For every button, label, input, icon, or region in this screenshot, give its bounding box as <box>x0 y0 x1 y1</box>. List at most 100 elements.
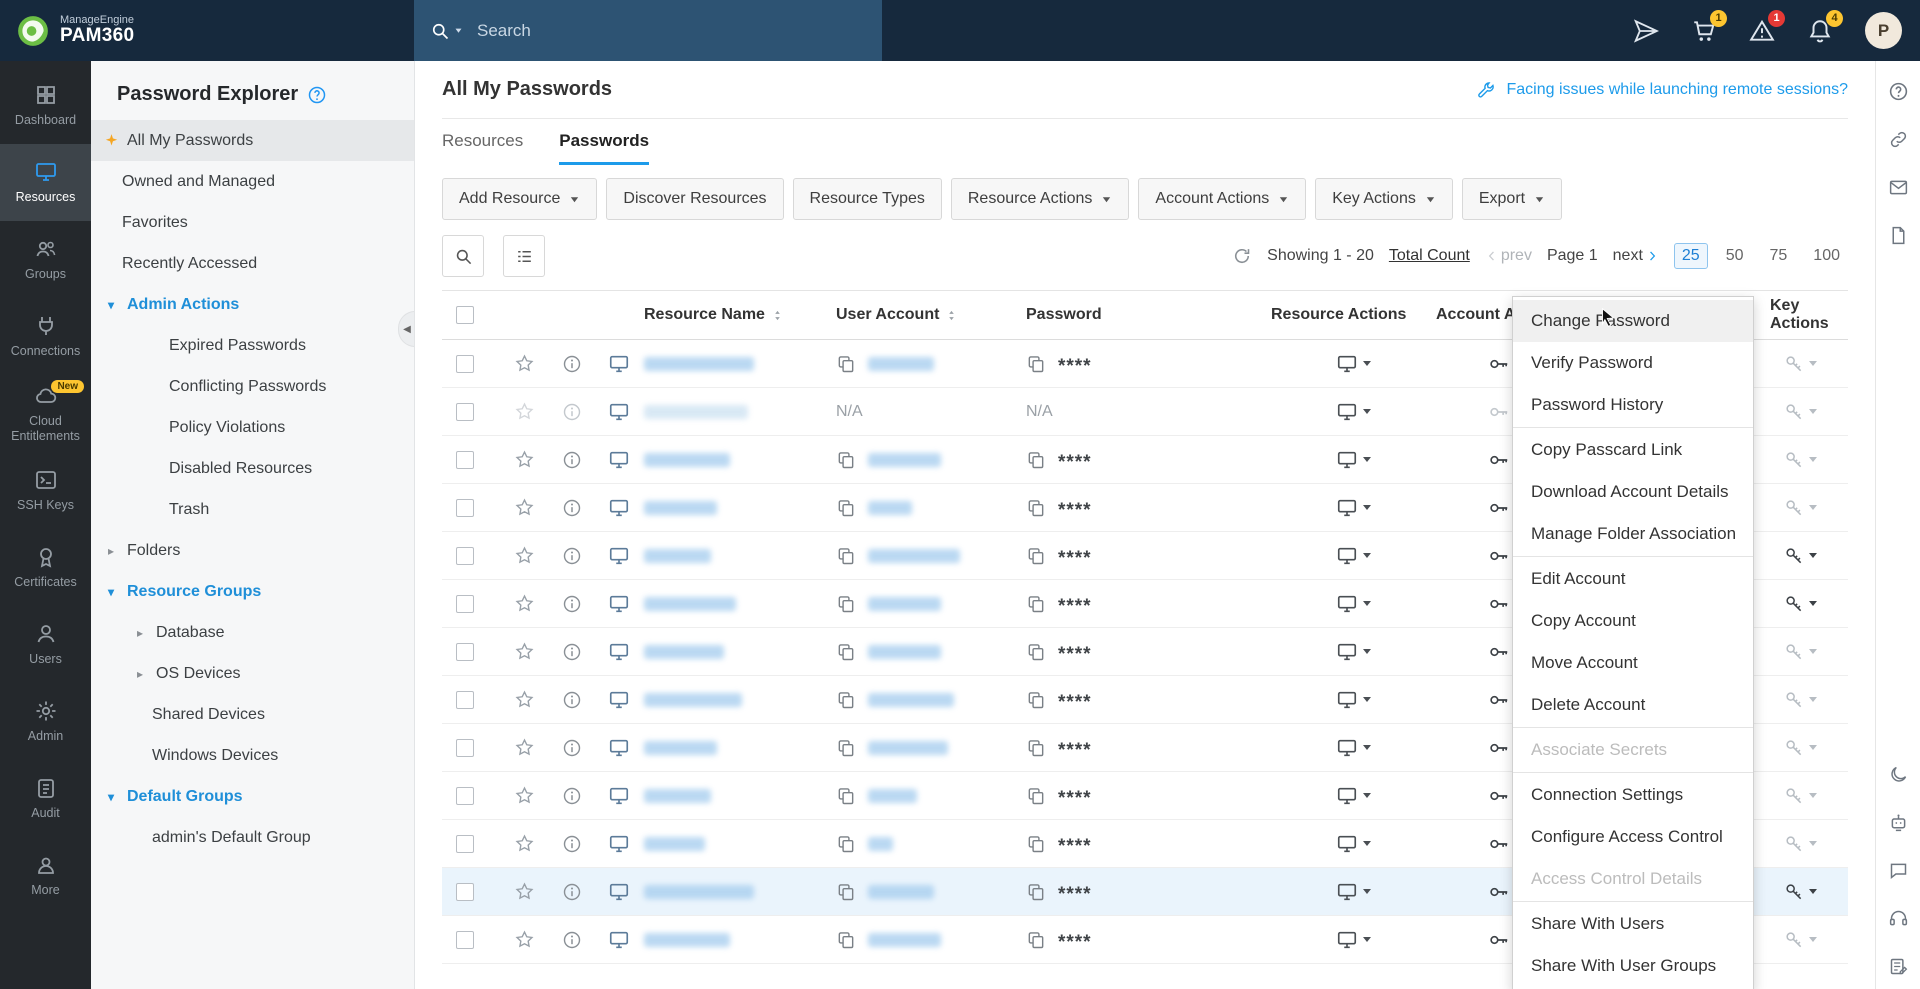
menu-item-manage-folder-association[interactable]: Manage Folder Association <box>1513 513 1753 555</box>
favorite-star-icon[interactable] <box>498 593 550 614</box>
page-size-75[interactable]: 75 <box>1762 243 1796 269</box>
explorer-item-shared-devices[interactable]: Shared Devices <box>91 694 414 735</box>
menu-item-password-history[interactable]: Password History <box>1513 384 1753 426</box>
menu-item-share-with-users[interactable]: Share With Users <box>1513 903 1753 945</box>
resource-name-redacted[interactable] <box>644 885 754 899</box>
favorite-star-icon[interactable] <box>498 881 550 902</box>
notepad-icon[interactable] <box>1888 956 1909 977</box>
favorite-star-icon[interactable] <box>498 929 550 950</box>
next-page-button[interactable]: next <box>1613 247 1659 265</box>
resource-actions-dropdown[interactable] <box>1271 689 1436 711</box>
resource-actions-dropdown[interactable] <box>1271 353 1436 375</box>
info-icon[interactable] <box>550 642 594 662</box>
resource-actions-dropdown[interactable] <box>1271 497 1436 519</box>
favorite-star-icon[interactable] <box>498 737 550 758</box>
tab-passwords[interactable]: Passwords <box>559 131 649 165</box>
resource-actions-dropdown[interactable] <box>1271 785 1436 807</box>
copy-account-icon[interactable] <box>836 930 856 950</box>
refresh-icon[interactable] <box>1232 246 1252 266</box>
menu-item-copy-account[interactable]: Copy Account <box>1513 600 1753 642</box>
explorer-item-owned-and-managed[interactable]: Owned and Managed <box>91 161 414 202</box>
sidebar-item-ssh-keys[interactable]: SSH Keys <box>0 452 91 529</box>
menu-item-edit-account[interactable]: Edit Account <box>1513 558 1753 600</box>
remote-session-issues-link[interactable]: Facing issues while launching remote ses… <box>1477 80 1848 100</box>
resource-name-redacted[interactable] <box>644 405 748 419</box>
menu-item-download-account-details[interactable]: Download Account Details <box>1513 471 1753 513</box>
chat-icon[interactable] <box>1888 860 1909 881</box>
row-checkbox[interactable] <box>456 451 474 469</box>
explorer-item-recently-accessed[interactable]: Recently Accessed <box>91 243 414 284</box>
resource-actions-button[interactable]: Resource Actions <box>951 178 1130 220</box>
sidebar-item-more[interactable]: More <box>0 837 91 914</box>
tab-resources[interactable]: Resources <box>442 131 523 165</box>
info-icon[interactable] <box>550 594 594 614</box>
resource-name-redacted[interactable] <box>644 741 717 755</box>
mail-icon[interactable] <box>1888 177 1909 198</box>
copy-account-icon[interactable] <box>836 834 856 854</box>
search-scope-caret-icon[interactable] <box>454 26 463 35</box>
copy-password-icon[interactable] <box>1026 354 1046 374</box>
row-checkbox[interactable] <box>456 643 474 661</box>
copy-password-icon[interactable] <box>1026 930 1046 950</box>
notifications-bell-icon[interactable]: 4 <box>1807 18 1833 44</box>
explorer-item-all-my-passwords[interactable]: All My Passwords <box>91 120 414 161</box>
question-icon[interactable] <box>1888 81 1909 102</box>
info-icon[interactable] <box>550 450 594 470</box>
sidebar-item-admin[interactable]: Admin <box>0 683 91 760</box>
col-user-account[interactable]: User Account <box>836 306 1026 324</box>
sidebar-item-audit[interactable]: Audit <box>0 760 91 837</box>
moon-icon[interactable] <box>1888 764 1909 785</box>
info-icon[interactable] <box>550 834 594 854</box>
store-cart-icon[interactable]: 1 <box>1691 18 1717 44</box>
favorite-star-icon[interactable] <box>498 449 550 470</box>
row-checkbox[interactable] <box>456 691 474 709</box>
favorite-star-icon[interactable] <box>498 833 550 854</box>
sidebar-item-certificates[interactable]: Certificates <box>0 529 91 606</box>
info-icon[interactable] <box>550 690 594 710</box>
favorite-star-icon[interactable] <box>498 641 550 662</box>
menu-item-configure-access-control[interactable]: Configure Access Control <box>1513 816 1753 858</box>
copy-password-icon[interactable] <box>1026 546 1046 566</box>
copy-password-icon[interactable] <box>1026 594 1046 614</box>
table-search-button[interactable] <box>442 235 484 277</box>
resource-name-redacted[interactable] <box>644 597 736 611</box>
page-size-25[interactable]: 25 <box>1674 243 1708 269</box>
menu-item-copy-passcard-link[interactable]: Copy Passcard Link <box>1513 429 1753 471</box>
sidebar-item-resources[interactable]: Resources <box>0 144 91 221</box>
row-checkbox[interactable] <box>456 739 474 757</box>
row-checkbox[interactable] <box>456 403 474 421</box>
resource-actions-dropdown[interactable] <box>1271 545 1436 567</box>
copy-password-icon[interactable] <box>1026 834 1046 854</box>
copy-account-icon[interactable] <box>836 786 856 806</box>
select-all-checkbox[interactable] <box>456 306 474 324</box>
explorer-item-default-groups[interactable]: ▾ Default Groups <box>91 776 414 817</box>
copy-password-icon[interactable] <box>1026 450 1046 470</box>
total-count-link[interactable]: Total Count <box>1389 247 1470 265</box>
sidebar-item-groups[interactable]: Groups <box>0 221 91 298</box>
favorite-star-icon[interactable] <box>498 785 550 806</box>
robot-icon[interactable] <box>1888 812 1909 833</box>
sidebar-item-cloud-entitlements[interactable]: New Cloud Entitlements <box>0 375 91 452</box>
menu-item-move-account[interactable]: Move Account <box>1513 642 1753 684</box>
resource-actions-dropdown[interactable] <box>1271 881 1436 903</box>
account-actions-button[interactable]: Account Actions <box>1138 178 1306 220</box>
file-icon[interactable] <box>1888 225 1909 246</box>
user-avatar[interactable]: P <box>1865 12 1902 49</box>
explorer-item-conflicting-passwords[interactable]: Conflicting Passwords <box>91 366 414 407</box>
explorer-item-expired-passwords[interactable]: Expired Passwords <box>91 325 414 366</box>
copy-account-icon[interactable] <box>836 498 856 518</box>
discover-resources-button[interactable]: Discover Resources <box>606 178 783 220</box>
menu-item-share-with-user-groups[interactable]: Share With User Groups <box>1513 945 1753 987</box>
resource-name-redacted[interactable] <box>644 933 730 947</box>
copy-account-icon[interactable] <box>836 690 856 710</box>
brand[interactable]: ManageEngine PAM360 <box>0 14 134 48</box>
explorer-item-admin-actions[interactable]: ▾ Admin Actions <box>91 284 414 325</box>
sidebar-item-users[interactable]: Users <box>0 606 91 683</box>
resource-actions-dropdown[interactable] <box>1271 401 1436 423</box>
explorer-item-os-devices[interactable]: ▸ OS Devices <box>91 653 414 694</box>
explorer-item-disabled-resources[interactable]: Disabled Resources <box>91 448 414 489</box>
resource-name-redacted[interactable] <box>644 501 717 515</box>
copy-account-icon[interactable] <box>836 450 856 470</box>
sort-icon[interactable] <box>771 309 784 322</box>
favorite-star-icon[interactable] <box>498 689 550 710</box>
